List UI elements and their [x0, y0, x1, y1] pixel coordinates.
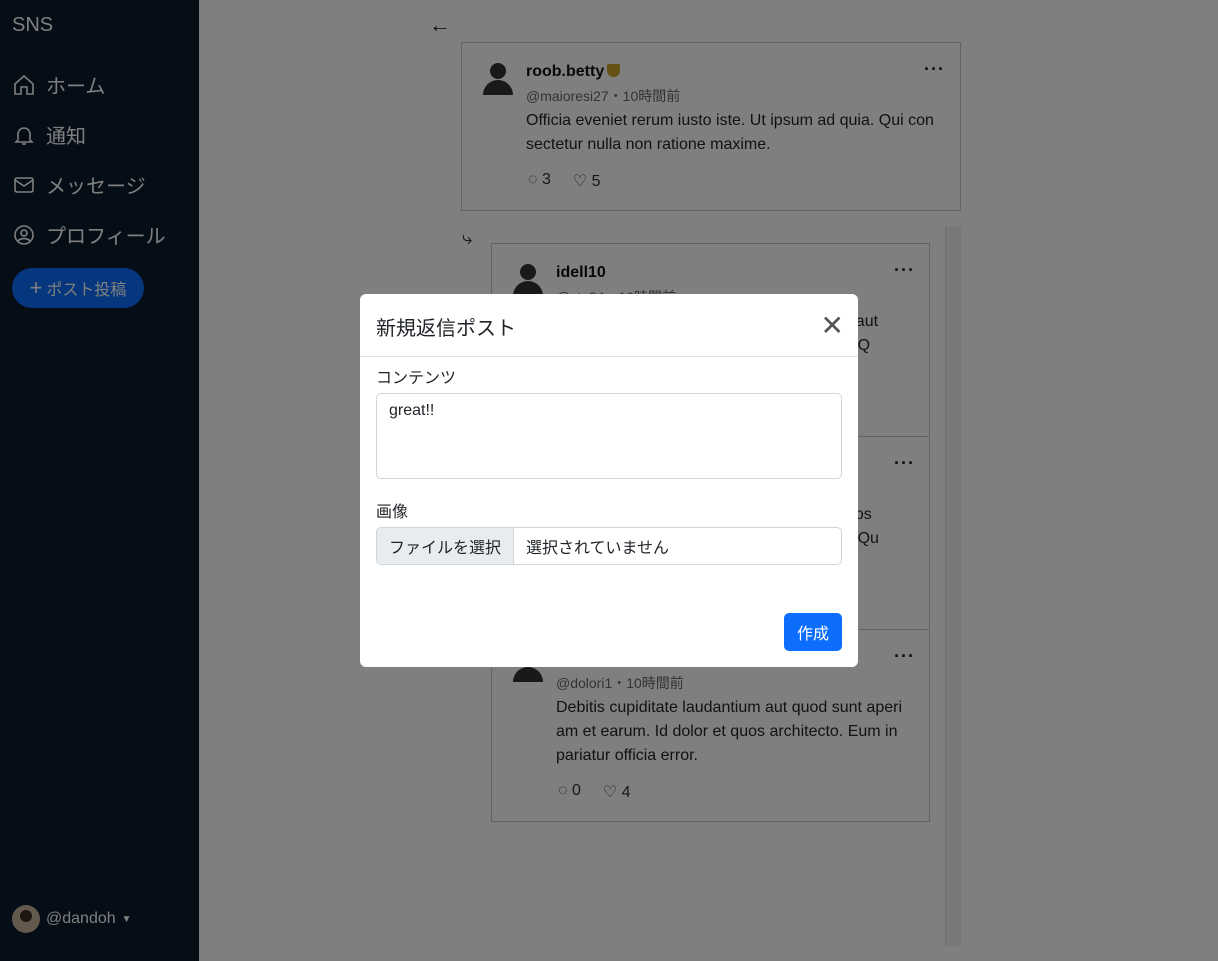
- create-button[interactable]: 作成: [784, 613, 842, 651]
- close-icon[interactable]: ✕: [821, 312, 844, 340]
- modal-header: 新規返信ポスト ✕: [360, 294, 858, 357]
- modal-title: 新規返信ポスト: [376, 318, 516, 340]
- choose-file-button[interactable]: ファイルを選択: [377, 528, 515, 564]
- reply-modal: 新規返信ポスト ✕ コンテンツ great!! 画像 ファイルを選択 選択されて…: [360, 294, 858, 667]
- content-textarea[interactable]: great!!: [376, 393, 842, 479]
- file-status: 選択されていません: [526, 540, 670, 557]
- image-label: 画像: [376, 504, 409, 521]
- image-file-input[interactable]: ファイルを選択 選択されていません: [376, 527, 842, 565]
- content-label: コンテンツ: [376, 370, 457, 387]
